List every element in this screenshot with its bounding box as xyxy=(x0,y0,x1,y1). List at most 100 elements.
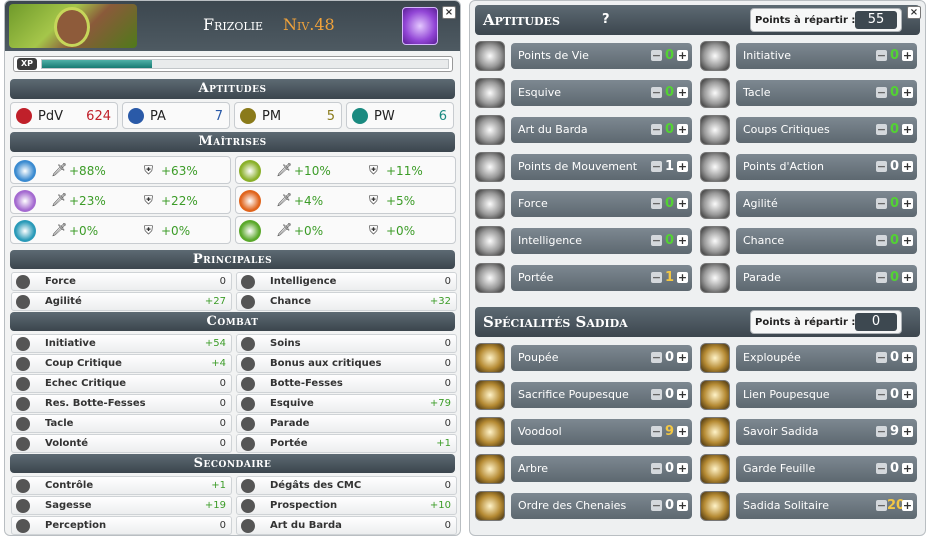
increment-button[interactable]: + xyxy=(902,352,913,363)
decrement-button[interactable]: − xyxy=(876,500,887,511)
stat-label: Perception xyxy=(45,520,107,531)
increment-button[interactable]: + xyxy=(902,463,913,474)
aptitude-row: Force −0 + xyxy=(511,191,692,217)
decrement-button[interactable]: − xyxy=(876,235,887,246)
decrement-button[interactable]: − xyxy=(876,124,887,135)
decrement-button[interactable]: − xyxy=(651,272,662,283)
aptitude-label: Esquive xyxy=(518,86,561,99)
resist-shield-icon: ⛨ xyxy=(369,193,379,207)
decrement-button[interactable]: − xyxy=(876,352,887,363)
decrement-button[interactable]: − xyxy=(651,463,662,474)
damage-value: +0% xyxy=(69,224,99,238)
decrement-button[interactable]: − xyxy=(876,198,887,209)
sacrifice-poupesque-icon xyxy=(475,380,505,410)
aptitude-label: Chance xyxy=(743,234,785,247)
decrement-button[interactable]: − xyxy=(651,389,662,400)
increment-button[interactable]: + xyxy=(902,50,913,61)
decrement-button[interactable]: − xyxy=(651,198,662,209)
points-d-action-icon xyxy=(700,152,730,182)
aptitude-label: Arbre xyxy=(518,462,549,475)
stat-row: Agilité +27 xyxy=(11,292,232,311)
portrait-face-icon xyxy=(57,10,87,44)
footprint-icon xyxy=(240,108,256,124)
increment-button[interactable]: + xyxy=(677,426,688,437)
decrement-button[interactable]: − xyxy=(651,352,662,363)
increment-button[interactable]: + xyxy=(677,389,688,400)
stat-row: Chance +32 xyxy=(236,292,457,311)
stat-label: Coup Critique xyxy=(45,358,122,369)
water-element-icon xyxy=(14,160,36,182)
increment-button[interactable]: + xyxy=(677,500,688,511)
points-value: 55 xyxy=(855,11,897,29)
decrement-button[interactable]: − xyxy=(651,426,662,437)
increment-button[interactable]: + xyxy=(902,500,913,511)
stat-label: Portée xyxy=(270,438,308,449)
vital-label: PM xyxy=(262,109,282,124)
stat-value: 0 xyxy=(219,418,226,429)
stat-label: Force xyxy=(45,276,76,287)
increment-button[interactable]: + xyxy=(677,87,688,98)
points-label: Points à répartir : xyxy=(755,15,856,26)
shield-icon xyxy=(241,417,255,431)
decrement-button[interactable]: − xyxy=(651,161,662,172)
increment-button[interactable]: + xyxy=(902,389,913,400)
coups-critiques-icon xyxy=(700,115,730,145)
stat-row: Force 0 xyxy=(11,272,232,291)
spec-points-to-distribute: Points à répartir : 0 xyxy=(750,310,902,334)
decrement-button[interactable]: − xyxy=(651,50,662,61)
aptitude-label: Points d'Action xyxy=(743,160,824,173)
decrement-button[interactable]: − xyxy=(651,500,662,511)
increment-button[interactable]: + xyxy=(902,124,913,135)
increment-button[interactable]: + xyxy=(902,87,913,98)
increment-button[interactable]: + xyxy=(677,272,688,283)
decrement-button[interactable]: − xyxy=(651,124,662,135)
decrement-button[interactable]: − xyxy=(876,50,887,61)
increment-button[interactable]: + xyxy=(677,463,688,474)
aptitude-row: Exploupée −0 + xyxy=(736,345,917,371)
aptitude-label: Parade xyxy=(743,271,781,284)
lightning-icon xyxy=(16,437,30,451)
stat-row: Bonus aux critiques 0 xyxy=(236,354,457,373)
dodge-icon xyxy=(241,397,255,411)
increment-button[interactable]: + xyxy=(677,50,688,61)
aptitude-label: Sadida Solitaire xyxy=(743,499,829,512)
close-button[interactable]: × xyxy=(907,6,921,19)
increment-button[interactable]: + xyxy=(677,352,688,363)
star-icon xyxy=(128,108,144,124)
increment-button[interactable]: + xyxy=(902,198,913,209)
stat-row: Intelligence 0 xyxy=(236,272,457,291)
increment-button[interactable]: + xyxy=(677,198,688,209)
agilite-icon xyxy=(700,189,730,219)
intelligence-icon xyxy=(475,226,505,256)
aptitude-value: 0 xyxy=(889,233,900,248)
decrement-button[interactable]: − xyxy=(651,235,662,246)
close-button[interactable]: × xyxy=(442,6,456,19)
vital-card-pw: PW 6 xyxy=(346,102,454,129)
increment-button[interactable]: + xyxy=(677,124,688,135)
parade-icon xyxy=(700,263,730,293)
stat-value: +54 xyxy=(204,338,226,349)
decrement-button[interactable]: − xyxy=(876,463,887,474)
heart-icon xyxy=(16,108,32,124)
help-icon[interactable]: ? xyxy=(602,5,610,35)
increment-button[interactable]: + xyxy=(677,235,688,246)
decrement-button[interactable]: − xyxy=(651,87,662,98)
increment-button[interactable]: + xyxy=(902,272,913,283)
class-emblem-icon[interactable] xyxy=(402,7,438,45)
resist-shield-icon: ⛨ xyxy=(369,163,379,177)
decrement-button[interactable]: − xyxy=(876,389,887,400)
increment-button[interactable]: + xyxy=(902,235,913,246)
increment-button[interactable]: + xyxy=(902,426,913,437)
stat-value: +4 xyxy=(211,358,226,369)
sword-icon: 🗡 xyxy=(276,163,293,178)
decrement-button[interactable]: − xyxy=(876,87,887,98)
increment-button[interactable]: + xyxy=(902,161,913,172)
perception-icon xyxy=(16,519,30,533)
increment-button[interactable]: + xyxy=(677,161,688,172)
decrement-button[interactable]: − xyxy=(876,272,887,283)
aptitude-row: Points d'Action −0 + xyxy=(736,154,917,180)
decrement-button[interactable]: − xyxy=(876,161,887,172)
aptitude-row: Tacle −0 + xyxy=(736,80,917,106)
decrement-button[interactable]: − xyxy=(876,426,887,437)
combat-section-header: Combat xyxy=(10,312,455,331)
